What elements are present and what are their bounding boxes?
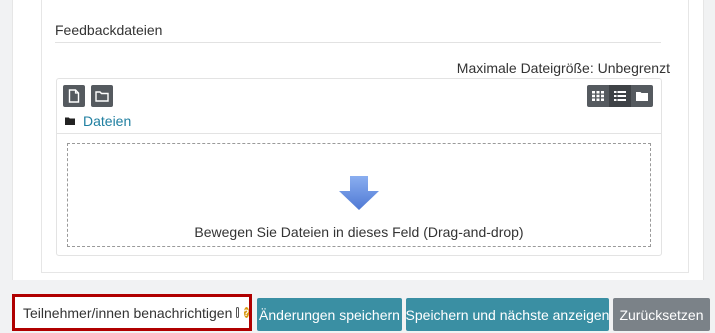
file-icon [68, 89, 80, 103]
save-changes-button[interactable]: Änderungen speichern [257, 298, 402, 331]
folder-icon [65, 117, 75, 125]
download-arrow-icon [339, 176, 379, 210]
breadcrumb: Dateien [65, 113, 131, 129]
notify-students-option[interactable]: Teilnehmer/innen benachrichtigen ? [12, 294, 252, 331]
folder-tree-icon [636, 92, 648, 101]
view-icons-button[interactable] [587, 85, 609, 107]
notify-students-checkbox[interactable] [236, 307, 239, 318]
file-manager: Dateien Bewegen Sie Dateien in dieses Fe… [56, 78, 662, 256]
grid-icon [592, 91, 604, 101]
breadcrumb-files-link[interactable]: Dateien [83, 113, 131, 129]
drop-zone[interactable]: Bewegen Sie Dateien in dieses Feld (Drag… [67, 143, 651, 247]
max-file-size-label: Maximale Dateigröße: Unbegrenzt [456, 60, 670, 76]
view-tree-button[interactable] [631, 85, 653, 107]
form-footer: Teilnehmer/innen benachrichtigen ? Änder… [0, 294, 715, 333]
view-mode-group [587, 85, 653, 107]
drop-zone-instructions: Bewegen Sie Dateien in dieses Feld (Drag… [194, 224, 524, 240]
file-manager-toolbar: Dateien [57, 79, 661, 134]
help-icon[interactable]: ? [243, 307, 249, 318]
section-title: Feedbackdateien [55, 22, 163, 38]
folder-icon [95, 91, 109, 102]
view-list-button[interactable] [609, 85, 631, 107]
section-divider [55, 42, 661, 43]
create-folder-button[interactable] [91, 85, 113, 107]
reset-button[interactable]: Zurücksetzen [613, 298, 710, 331]
list-icon [614, 91, 626, 101]
save-and-next-button[interactable]: Speichern und nächste anzeigen [406, 298, 609, 331]
notify-students-label: Teilnehmer/innen benachrichtigen [23, 304, 233, 321]
add-file-button[interactable] [63, 85, 85, 107]
